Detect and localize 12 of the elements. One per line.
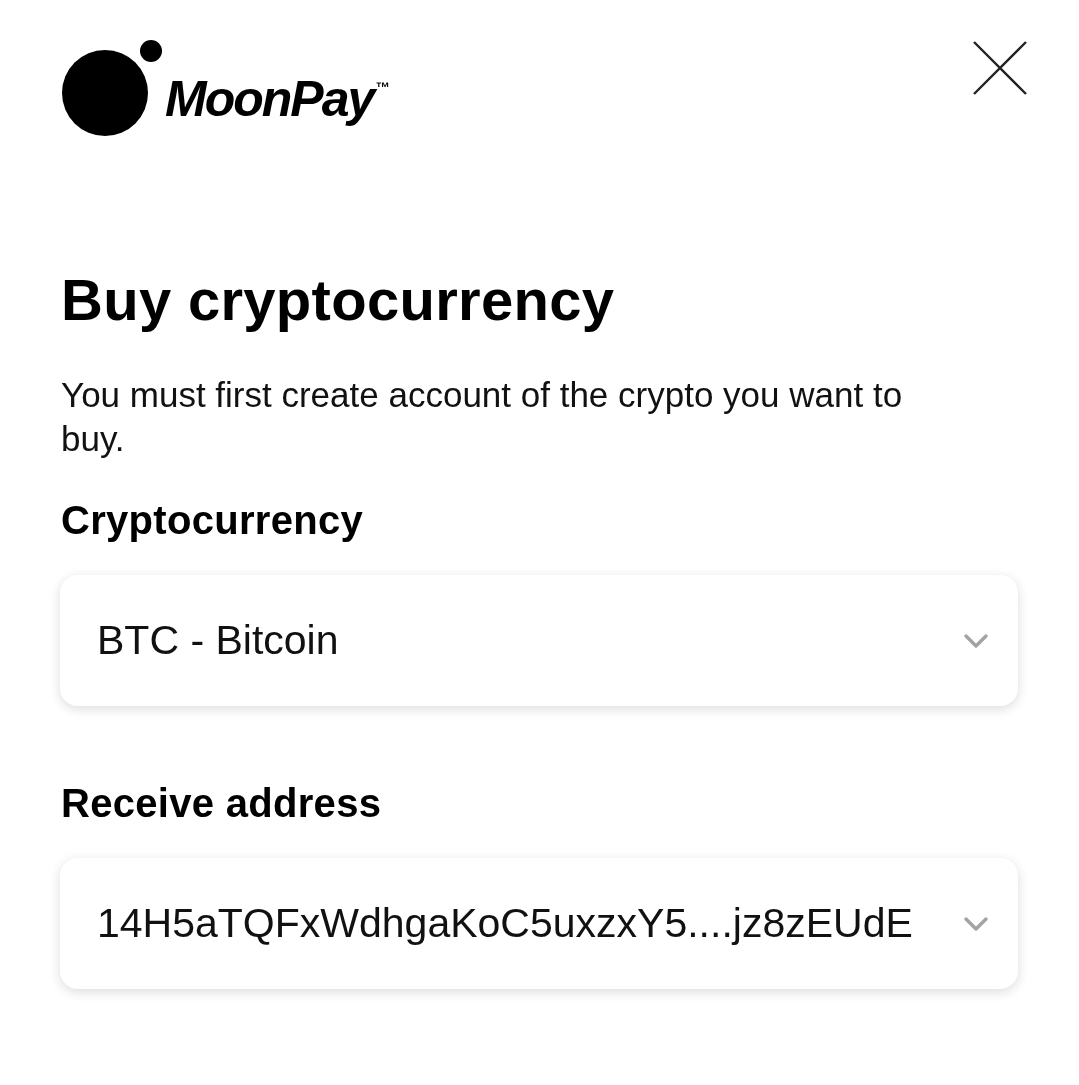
field-label: Cryptocurrency [61, 497, 365, 544]
dropdown-field[interactable]: BTC - Bitcoin [60, 575, 1018, 706]
dropdown-field[interactable]: 14H5aTQFxWdhgaKoC5uxzxY5....jz8zEUdE [60, 858, 1018, 989]
description-text: You must first create account of the crypto you want to buy. [61, 374, 904, 460]
field-label: Receive address [61, 780, 383, 827]
chevron-down-icon [964, 916, 988, 931]
page-title: Buy cryptocurrency [61, 266, 616, 334]
chevron-down-icon [964, 633, 988, 648]
close-icon [972, 40, 1028, 96]
close-button[interactable] [972, 40, 1028, 96]
logo-wordmark: MoonPay$^{™}$ [165, 74, 390, 124]
logo-moon-icon [62, 40, 162, 136]
